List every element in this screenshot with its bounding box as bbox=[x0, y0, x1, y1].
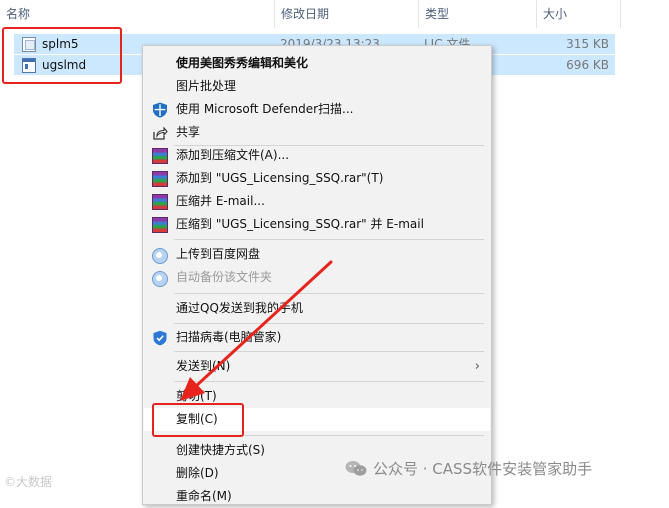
sort-ascending-icon: ⌃ bbox=[139, 0, 148, 8]
column-divider[interactable] bbox=[620, 0, 621, 28]
menu-item-scan-virus[interactable]: 扫描病毒(电脑管家) bbox=[144, 326, 490, 349]
menu-separator bbox=[174, 293, 484, 294]
menu-separator bbox=[174, 239, 484, 240]
baidu-cloud-icon bbox=[152, 248, 168, 264]
menu-item-batch-image[interactable]: 图片批处理 bbox=[144, 75, 490, 98]
menu-item-add-archive[interactable]: 添加到压缩文件(A)... bbox=[144, 144, 490, 167]
winrar-icon bbox=[152, 194, 168, 210]
highlight-box-files bbox=[2, 27, 122, 84]
column-header: 名称 ⌃ 修改日期 类型 大小 bbox=[0, 0, 669, 28]
file-size: 315 KB bbox=[566, 37, 609, 51]
winrar-icon bbox=[152, 171, 168, 187]
menu-item-defender-scan[interactable]: 使用 Microsoft Defender扫描... bbox=[144, 98, 490, 121]
menu-separator bbox=[174, 323, 484, 324]
menu-item-upload-baidu[interactable]: 上传到百度网盘 bbox=[144, 243, 490, 266]
winrar-icon bbox=[152, 148, 168, 164]
watermark-left: ©大数据 bbox=[4, 475, 53, 489]
security-shield-icon bbox=[153, 330, 167, 346]
menu-item-send-qq[interactable]: 通过QQ发送到我的手机 bbox=[144, 297, 490, 320]
menu-separator bbox=[174, 381, 484, 382]
share-icon bbox=[153, 126, 168, 140]
menu-item-compress-rar-email[interactable]: 压缩到 "UGS_Licensing_SSQ.rar" 并 E-mail bbox=[144, 213, 490, 236]
menu-item-add-to-rar[interactable]: 添加到 "UGS_Licensing_SSQ.rar"(T) bbox=[144, 167, 490, 190]
column-date-header[interactable]: 修改日期 bbox=[275, 0, 418, 28]
menu-item-auto-backup: 自动备份该文件夹 bbox=[144, 266, 490, 289]
chevron-right-icon: › bbox=[474, 359, 480, 374]
highlight-box-copy bbox=[152, 403, 244, 437]
column-size-header[interactable]: 大小 bbox=[537, 0, 620, 28]
menu-item-send-to[interactable]: 发送到(N) › bbox=[144, 355, 490, 378]
column-type-header[interactable]: 类型 bbox=[419, 0, 536, 28]
menu-separator bbox=[174, 351, 484, 352]
baidu-cloud-icon bbox=[152, 271, 168, 287]
column-name-header[interactable]: 名称 bbox=[0, 0, 274, 28]
menu-item-rename[interactable]: 重命名(M) bbox=[144, 485, 490, 508]
menu-item-meitu-edit[interactable]: 使用美图秀秀编辑和美化 bbox=[144, 52, 490, 75]
defender-shield-icon bbox=[153, 102, 167, 118]
file-size: 696 KB bbox=[566, 58, 609, 72]
menu-item-share[interactable]: 共享 bbox=[144, 121, 490, 144]
menu-item-compress-email[interactable]: 压缩并 E-mail... bbox=[144, 190, 490, 213]
winrar-icon bbox=[152, 217, 168, 233]
wechat-logo-icon bbox=[345, 461, 367, 476]
